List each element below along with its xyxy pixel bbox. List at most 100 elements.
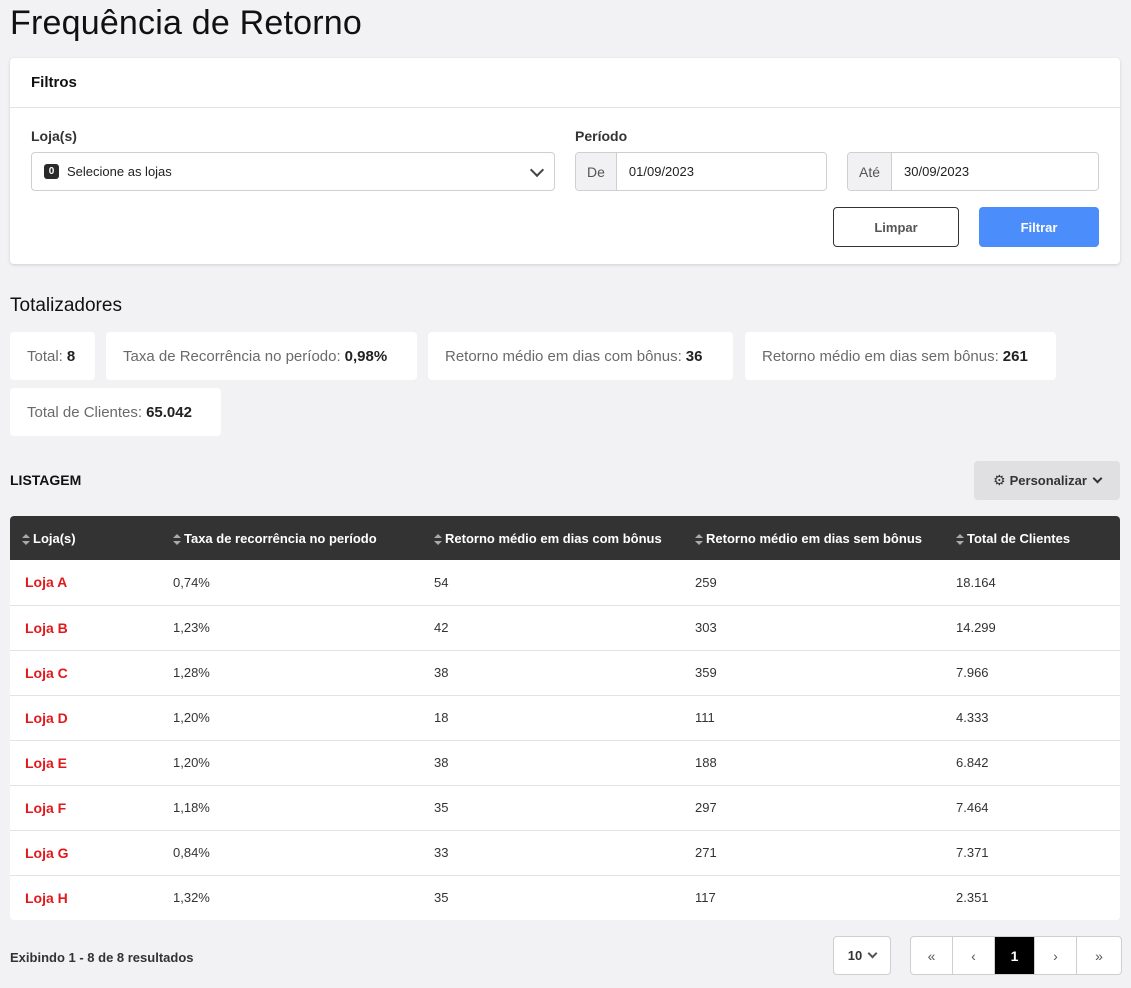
store-link[interactable]: Loja D (10, 695, 161, 740)
store-link[interactable]: Loja B (10, 605, 161, 650)
stat-value: 8 (66, 347, 76, 365)
listing-table: Loja(s) Taxa de recorrência no período R… (10, 516, 1120, 920)
store-link[interactable]: Loja C (10, 650, 161, 695)
cell-total-customers: 7.966 (956, 665, 989, 680)
date-from-group: De (575, 152, 827, 191)
cell-return-with-bonus: 35 (434, 800, 449, 815)
page-title: Frequência de Retorno (10, 4, 362, 42)
stat-label: Taxa de Recorrência no período: (123, 347, 341, 365)
page-size-value: 10 (847, 948, 863, 963)
cell-return-without-bonus: 303 (695, 620, 717, 635)
cell-total-customers: 4.333 (956, 710, 989, 725)
cell-total-customers: 7.464 (956, 800, 989, 815)
cell-total-customers: 2.351 (956, 890, 989, 906)
store-link[interactable]: Loja E (10, 740, 161, 785)
table-row: Loja E 1,20% 38 188 6.842 (10, 740, 1120, 785)
chevron-down-icon (867, 948, 878, 959)
period-label: Período (575, 128, 628, 144)
stat-label: Total de Clientes: (27, 403, 143, 421)
cell-return-with-bonus: 42 (434, 620, 449, 635)
stat-value: 261 (1002, 347, 1028, 365)
cell-return-with-bonus: 18 (434, 710, 449, 725)
first-page-button[interactable]: « (911, 937, 953, 974)
sort-icon (173, 533, 181, 545)
stat-value: 36 (685, 347, 703, 365)
date-to-group: Até (847, 152, 1099, 191)
current-page-button[interactable]: 1 (995, 937, 1035, 974)
table-header-row: Loja(s) Taxa de recorrência no período R… (10, 516, 1120, 560)
filters-title: Filtros (10, 58, 1120, 108)
customize-button[interactable]: ⚙ Personalizar (974, 461, 1120, 500)
cell-recurrence-rate: 0,84% (173, 845, 210, 860)
stat-label: Retorno médio em dias com bônus: (445, 347, 682, 365)
date-to-input[interactable] (892, 153, 1098, 190)
cell-recurrence-rate: 1,20% (173, 755, 210, 770)
date-from-input[interactable] (616, 153, 826, 190)
table-row: Loja B 1,23% 42 303 14.299 (10, 605, 1120, 650)
table-row: Loja G 0,84% 33 271 7.371 (10, 830, 1120, 875)
stat-value: 0,98% (344, 347, 388, 365)
cell-total-customers: 7.371 (956, 845, 989, 860)
store-link[interactable]: Loja G (10, 830, 161, 875)
cell-return-with-bonus: 38 (434, 755, 449, 770)
table-row: Loja F 1,18% 35 297 7.464 (10, 785, 1120, 830)
column-header-return-without-bonus[interactable]: Retorno médio em dias sem bônus (683, 516, 944, 560)
gear-icon: ⚙ (993, 472, 1006, 488)
date-from-addon: De (576, 153, 617, 190)
next-page-button[interactable]: › (1035, 937, 1077, 974)
stat-total-customers: Total de Clientes: 65.042 (10, 388, 221, 436)
sort-icon (434, 533, 442, 545)
sort-icon (695, 533, 703, 545)
stores-select[interactable]: 0 Selecione as lojas (31, 152, 555, 191)
sort-icon (22, 533, 30, 545)
store-link[interactable]: Loja H (10, 875, 161, 920)
column-header-total-customers[interactable]: Total de Clientes (944, 516, 1120, 560)
stores-placeholder: Selecione as lojas (67, 164, 172, 179)
page-size-select[interactable]: 10 (833, 936, 891, 975)
table-row: Loja H 1,32% 35 117 2.351 (10, 875, 1120, 920)
cell-total-customers: 6.842 (956, 755, 989, 770)
store-link[interactable]: Loja F (10, 785, 161, 830)
listing-title: LISTAGEM (10, 472, 82, 488)
cell-recurrence-rate: 1,18% (173, 800, 210, 815)
pagination: « ‹ 1 › » (910, 936, 1122, 975)
stat-label: Retorno médio em dias sem bônus: (762, 347, 999, 365)
chevron-down-icon (529, 162, 545, 178)
column-header-recurrence-rate[interactable]: Taxa de recorrência no período (161, 516, 422, 560)
cell-recurrence-rate: 1,20% (173, 710, 210, 725)
stat-recurrence-rate: Taxa de Recorrência no período: 0,98% (106, 332, 417, 380)
cell-total-customers: 14.299 (956, 620, 996, 635)
cell-return-with-bonus: 33 (434, 845, 449, 860)
cell-return-without-bonus: 297 (695, 800, 717, 815)
cell-return-without-bonus: 271 (695, 845, 717, 860)
results-summary: Exibindo 1 - 8 de 8 resultados (10, 950, 194, 965)
cell-recurrence-rate: 1,32% (173, 890, 210, 906)
cell-return-with-bonus: 35 (434, 890, 449, 906)
customize-label: Personalizar (1009, 473, 1087, 488)
cell-return-without-bonus: 259 (695, 574, 717, 590)
cell-recurrence-rate: 1,23% (173, 620, 210, 635)
stat-value: 65.042 (146, 403, 192, 421)
totals-title: Totalizadores (10, 295, 122, 316)
selected-count-badge: 0 (44, 164, 59, 179)
chevron-down-icon (1092, 473, 1103, 484)
stat-return-with-bonus: Retorno médio em dias com bônus: 36 (428, 332, 733, 380)
column-header-return-with-bonus[interactable]: Retorno médio em dias com bônus (422, 516, 683, 560)
cell-total-customers: 18.164 (956, 574, 996, 590)
cell-return-without-bonus: 111 (695, 710, 715, 725)
clear-button[interactable]: Limpar (833, 207, 959, 247)
store-link[interactable]: Loja A (10, 560, 161, 605)
stat-return-without-bonus: Retorno médio em dias sem bônus: 261 (745, 332, 1056, 380)
date-to-addon: Até (848, 153, 893, 190)
cell-return-without-bonus: 359 (695, 665, 717, 680)
sort-icon (956, 533, 964, 545)
filter-button[interactable]: Filtrar (979, 207, 1099, 247)
cell-return-without-bonus: 188 (695, 755, 717, 770)
prev-page-button[interactable]: ‹ (953, 937, 995, 974)
table-row: Loja C 1,28% 38 359 7.966 (10, 650, 1120, 695)
column-header-store[interactable]: Loja(s) (10, 516, 161, 560)
cell-recurrence-rate: 0,74% (173, 574, 210, 590)
cell-return-without-bonus: 117 (695, 890, 716, 906)
stores-label: Loja(s) (31, 128, 77, 144)
last-page-button[interactable]: » (1077, 937, 1121, 974)
